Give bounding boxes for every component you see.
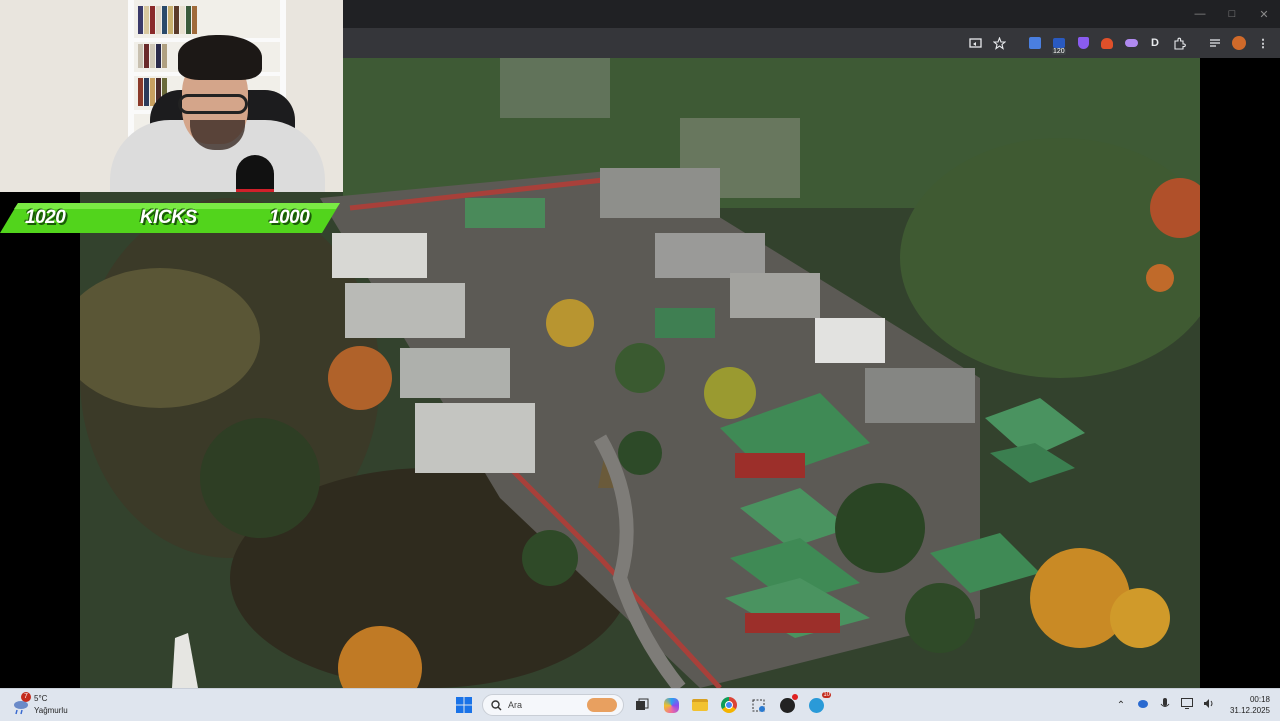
cloud-icon[interactable] xyxy=(1122,34,1140,52)
chrome-icon[interactable] xyxy=(718,694,740,716)
maximize-button[interactable]: □ xyxy=(1216,0,1248,28)
kicks-label: KICKS xyxy=(140,207,197,228)
volume-icon[interactable] xyxy=(1202,698,1216,712)
letterbox-right xyxy=(1200,58,1280,688)
windows-start-icon[interactable] xyxy=(453,694,475,716)
app-icon[interactable] xyxy=(776,694,798,716)
shield-icon[interactable] xyxy=(1074,34,1092,52)
windows-taskbar: 7 5°C Yağmurlu Ara 10 ⌃ 00:18 31.12.2025 xyxy=(0,688,1280,721)
kicks-left-value: 1020 xyxy=(25,207,66,228)
clock-time: 00:18 xyxy=(1249,695,1270,704)
taskbar-search[interactable]: Ara xyxy=(482,694,624,716)
queue-icon[interactable] xyxy=(1206,34,1224,52)
task-view-icon[interactable] xyxy=(631,694,653,716)
system-clock[interactable]: 00:18 31.12.2025 xyxy=(1230,694,1270,716)
d-icon[interactable]: D xyxy=(1146,34,1164,52)
kicks-right-value: 1000 xyxy=(269,207,310,228)
snipping-icon[interactable] xyxy=(747,694,769,716)
microphone xyxy=(236,155,274,192)
cast-icon[interactable] xyxy=(966,34,984,52)
chevron-up-icon[interactable]: ⌃ xyxy=(1114,700,1128,711)
extension-icon[interactable]: 120 xyxy=(1050,34,1068,55)
teams-badge: 10 xyxy=(822,692,831,698)
weather-condition: Yağmurlu xyxy=(34,706,68,715)
file-explorer-icon[interactable] xyxy=(689,694,711,716)
avatar-icon[interactable] xyxy=(1230,34,1248,52)
search-placeholder: Ara xyxy=(508,700,523,710)
glasses xyxy=(178,94,248,114)
search-icon xyxy=(491,699,502,710)
minimize-button[interactable]: — xyxy=(1184,0,1216,28)
display-icon[interactable] xyxy=(1180,698,1194,712)
search-highlight-icon xyxy=(587,698,617,712)
translate-icon[interactable] xyxy=(1026,34,1044,52)
clock-date: 31.12.2025 xyxy=(1229,706,1270,715)
copilot-icon[interactable] xyxy=(660,694,682,716)
streamer-hair xyxy=(178,35,262,80)
weather-temperature: 5°C xyxy=(34,694,48,703)
webcam-overlay xyxy=(0,0,343,192)
network-icon[interactable] xyxy=(1136,699,1150,712)
close-button[interactable]: ✕ xyxy=(1248,0,1280,28)
extension-badge: 120 xyxy=(1052,48,1066,55)
fox-icon[interactable] xyxy=(1098,34,1116,52)
notification-badge: 7 xyxy=(21,692,31,702)
star-icon[interactable] xyxy=(990,34,1008,52)
teams-icon[interactable]: 10 xyxy=(805,692,831,716)
mic-icon[interactable] xyxy=(1158,697,1172,713)
window-controls: — □ ✕ xyxy=(1184,0,1280,28)
weather-widget[interactable]: 7 5°C Yağmurlu xyxy=(12,692,92,718)
more-icon[interactable]: ⋮ xyxy=(1254,34,1272,52)
puzzle-icon[interactable] xyxy=(1170,34,1188,52)
